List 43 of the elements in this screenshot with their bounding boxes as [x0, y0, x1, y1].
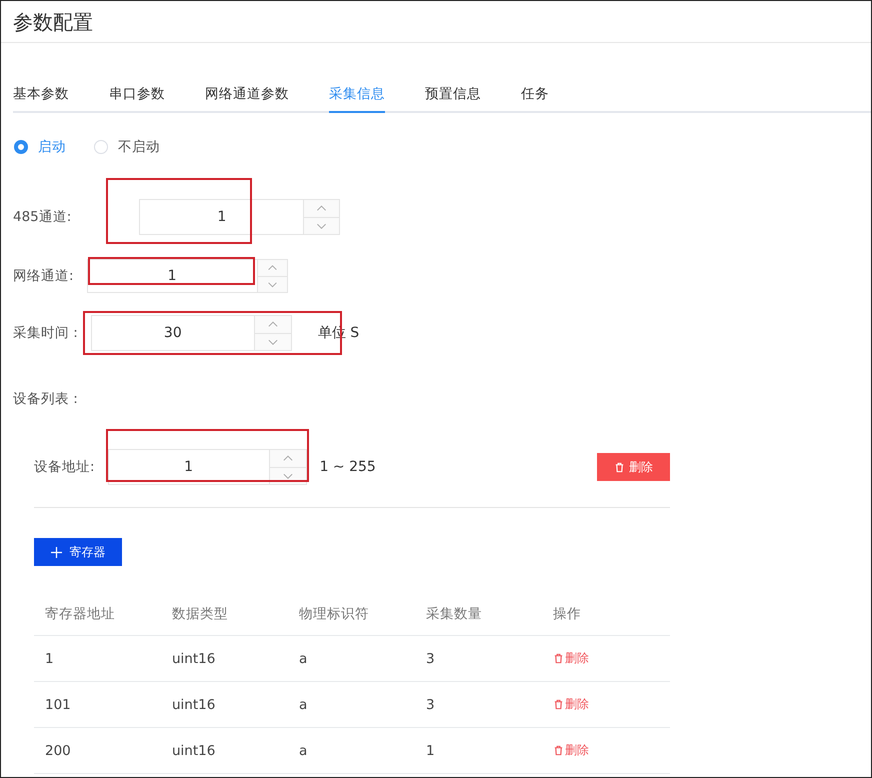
table-cell-text: 1 — [426, 742, 436, 758]
field-label: 采集时间 : — [13, 324, 78, 342]
tab[interactable]: 任务 — [521, 81, 549, 113]
table-cell-text: 1 — [45, 650, 55, 666]
trash-icon — [553, 653, 564, 664]
trash-icon — [553, 745, 564, 756]
table-cell-text: a — [299, 696, 308, 712]
column-header: 物理标识符 — [299, 604, 370, 622]
table-cell-text: 3 — [426, 650, 436, 666]
column-header: 数据类型 — [172, 604, 229, 622]
table-cell-text: a — [299, 650, 308, 666]
table-cell-text: 200 — [45, 742, 72, 758]
column-header: 寄存器地址 — [45, 604, 116, 622]
radio-icon[interactable] — [14, 140, 28, 154]
range-label: 1 ~ 255 — [320, 459, 376, 475]
column-header: 操作 — [553, 604, 582, 622]
table-cell-text: 101 — [45, 696, 72, 712]
tab[interactable]: 基本参数 — [13, 81, 69, 113]
trash-icon — [553, 699, 564, 710]
number-field[interactable]: 1 — [139, 199, 340, 235]
add-register-button[interactable]: 寄存器 — [34, 538, 122, 566]
window-title: 参数配置 — [1, 1, 871, 43]
number-field[interactable]: 1 — [86, 259, 288, 293]
plus-icon — [50, 546, 62, 558]
field-label: 设备地址: — [34, 458, 95, 476]
radio-option[interactable]: 不启动 — [94, 138, 160, 156]
number-field[interactable]: 1 — [108, 449, 307, 485]
tab[interactable]: 网络通道参数 — [205, 81, 289, 113]
table-cell-text: a — [299, 742, 308, 758]
section-label: 设备列表 : — [13, 390, 78, 408]
trash-icon — [614, 462, 625, 472]
table-cell-text: uint16 — [172, 742, 216, 758]
field-label: 网络通道: — [13, 267, 74, 285]
column-header: 采集数量 — [426, 604, 483, 622]
table-cell-text: 3 — [426, 696, 436, 712]
tab[interactable]: 预置信息 — [425, 81, 481, 113]
tab[interactable]: 串口参数 — [109, 81, 165, 113]
number-field[interactable]: 30 — [90, 315, 292, 351]
field-label: 485通道: — [13, 208, 72, 226]
table-cell-text: uint16 — [172, 650, 216, 666]
radio-label: 启动 — [38, 138, 66, 156]
table-cell-text: uint16 — [172, 696, 216, 712]
radio-label: 不启动 — [118, 138, 160, 156]
